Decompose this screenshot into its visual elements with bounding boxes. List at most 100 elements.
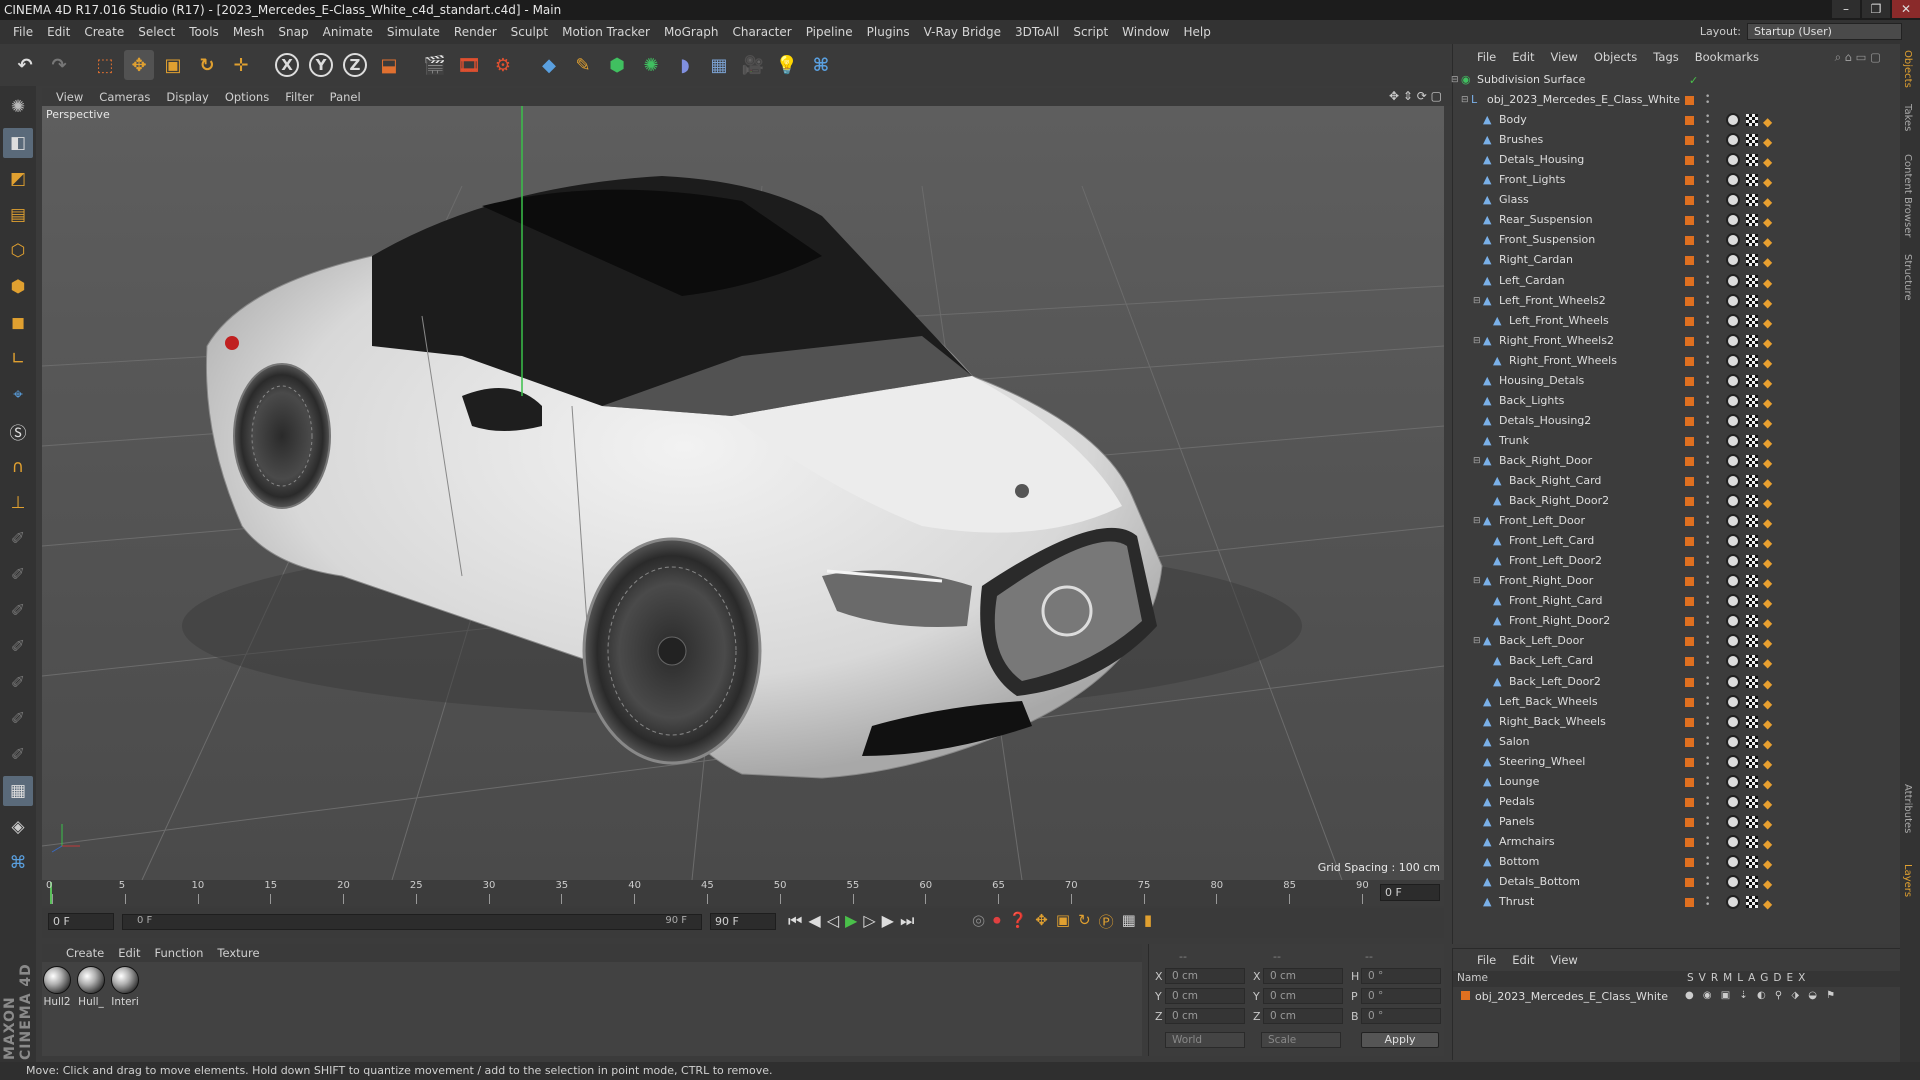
- timeline-window-icon[interactable]: ▮: [1144, 911, 1152, 932]
- visibility-dots-icon[interactable]: • •: [1705, 494, 1710, 509]
- minimize-button[interactable]: –: [1832, 0, 1860, 18]
- brush-icon-2[interactable]: ✐: [3, 560, 33, 590]
- layer-color-icon[interactable]: [1685, 96, 1694, 106]
- layer-color-icon[interactable]: [1685, 657, 1694, 667]
- visibility-dots-icon[interactable]: • •: [1705, 453, 1710, 468]
- object-row[interactable]: ▲ Back_Left_Card • • ◆: [1453, 651, 1901, 671]
- visibility-dots-icon[interactable]: • •: [1705, 93, 1710, 108]
- layer-menu-file[interactable]: File: [1477, 953, 1496, 967]
- phong-tag-icon[interactable]: ◆: [1763, 313, 1772, 333]
- visibility-dots-icon[interactable]: • •: [1705, 794, 1710, 809]
- subdivision-tag-icon[interactable]: [1726, 854, 1740, 869]
- texture-tag-icon[interactable]: [1746, 535, 1758, 548]
- phong-tag-icon[interactable]: ◆: [1763, 794, 1772, 814]
- next-key-icon[interactable]: ▶: [882, 911, 894, 931]
- subdivision-tag-icon[interactable]: [1726, 474, 1740, 488]
- object-menu-objects[interactable]: Objects: [1594, 50, 1637, 64]
- layer-flag-icons[interactable]: ● ◉ ▣ ⇣ ◐ ⚲ ⬗ ◒ ⚑: [1685, 990, 1838, 1001]
- position-y-field[interactable]: 0 cm: [1165, 988, 1245, 1004]
- subdivision-tag-icon[interactable]: [1726, 413, 1740, 428]
- visibility-dots-icon[interactable]: • •: [1705, 554, 1710, 569]
- python-icon[interactable]: ⌘: [806, 50, 836, 80]
- texture-tag-icon[interactable]: [1746, 855, 1758, 868]
- menu-help[interactable]: Help: [1176, 25, 1217, 39]
- texture-tag-icon[interactable]: [1746, 595, 1758, 608]
- camera-icon[interactable]: 🎥: [738, 50, 768, 80]
- phong-tag-icon[interactable]: ◆: [1763, 252, 1772, 272]
- scale-key-icon[interactable]: ▣: [1056, 911, 1070, 932]
- material-menu-function[interactable]: Function: [155, 946, 204, 960]
- menu-character[interactable]: Character: [725, 25, 798, 39]
- phong-tag-icon[interactable]: ◆: [1763, 132, 1772, 152]
- visibility-dots-icon[interactable]: • •: [1705, 754, 1710, 769]
- visibility-dots-icon[interactable]: • •: [1705, 273, 1710, 288]
- render-picture-viewer-icon[interactable]: 🎞: [454, 50, 484, 80]
- menu-motion-tracker[interactable]: Motion Tracker: [555, 25, 657, 39]
- object-row[interactable]: ▲ Panels • • ◆: [1453, 812, 1901, 832]
- object-row[interactable]: ▲ Pedals • • ◆: [1453, 792, 1901, 812]
- subdivision-tag-icon[interactable]: [1726, 734, 1740, 749]
- visibility-dots-icon[interactable]: • •: [1705, 574, 1710, 589]
- pla-key-icon[interactable]: ▦: [1122, 911, 1136, 932]
- subdivision-tag-icon[interactable]: [1726, 193, 1740, 208]
- layer-row[interactable]: obj_2023_Mercedes_E_Class_White ● ◉ ▣ ⇣ …: [1453, 989, 1901, 1007]
- phong-tag-icon[interactable]: ◆: [1763, 553, 1772, 573]
- position-z-field[interactable]: 0 cm: [1165, 1008, 1245, 1024]
- visibility-dots-icon[interactable]: • •: [1705, 353, 1710, 368]
- subdivision-tag-icon[interactable]: [1726, 574, 1740, 589]
- layer-color-icon[interactable]: [1685, 817, 1694, 827]
- object-menu-edit[interactable]: Edit: [1512, 50, 1534, 64]
- workplane-icon[interactable]: ▤: [3, 200, 33, 230]
- menu-mograph[interactable]: MoGraph: [657, 25, 726, 39]
- layer-icon[interactable]: ◈: [3, 812, 33, 842]
- layer-color-icon[interactable]: [1685, 396, 1694, 406]
- visibility-dots-icon[interactable]: • •: [1705, 153, 1710, 168]
- object-row[interactable]: ▲ Front_Left_Door2 • • ◆: [1453, 551, 1901, 571]
- phong-tag-icon[interactable]: ◆: [1763, 653, 1772, 673]
- visibility-dots-icon[interactable]: • •: [1705, 854, 1710, 869]
- apply-button[interactable]: Apply: [1361, 1032, 1439, 1048]
- polygons-mode-icon[interactable]: ◼: [3, 308, 33, 338]
- texture-tag-icon[interactable]: [1746, 414, 1758, 427]
- viewport-menu-options[interactable]: Options: [225, 90, 269, 104]
- texture-tag-icon[interactable]: [1746, 134, 1758, 147]
- layer-menu-edit[interactable]: Edit: [1512, 953, 1534, 967]
- layer-color-icon[interactable]: [1685, 176, 1694, 186]
- brush-icon-5[interactable]: ✐: [3, 668, 33, 698]
- undo-icon[interactable]: ↶: [10, 50, 40, 80]
- phong-tag-icon[interactable]: ◆: [1763, 453, 1772, 473]
- menu-3dtoall[interactable]: 3DToAll: [1008, 25, 1066, 39]
- texture-tag-icon[interactable]: [1746, 154, 1758, 167]
- visibility-dots-icon[interactable]: • •: [1705, 233, 1710, 248]
- object-row[interactable]: ▲ Armchairs • • ◆: [1453, 832, 1901, 852]
- phong-tag-icon[interactable]: ◆: [1763, 232, 1772, 252]
- texture-tag-icon[interactable]: [1746, 354, 1758, 367]
- layer-color-icon[interactable]: [1685, 878, 1694, 887]
- object-row[interactable]: ▲ Front_Right_Door2 • • ◆: [1453, 611, 1901, 631]
- viewport-menu-panel[interactable]: Panel: [330, 90, 361, 104]
- layout-dropdown[interactable]: Startup (User): [1747, 23, 1902, 40]
- menu-simulate[interactable]: Simulate: [380, 25, 447, 39]
- current-frame-field[interactable]: 0 F: [1380, 884, 1440, 901]
- tab-content-browser[interactable]: Content Browser: [1902, 154, 1913, 237]
- visibility-dots-icon[interactable]: • •: [1705, 193, 1710, 208]
- subdivision-tag-icon[interactable]: [1726, 694, 1740, 709]
- material-menu-texture[interactable]: Texture: [217, 946, 259, 960]
- object-manager-search-icon[interactable]: ⌕ ⌂ ▭ ▢: [1835, 50, 1881, 65]
- maximize-button[interactable]: ❐: [1862, 0, 1890, 18]
- layer-color-icon[interactable]: [1685, 577, 1694, 587]
- enabled-check-icon[interactable]: ✓: [1689, 71, 1698, 91]
- object-row[interactable]: ⊟ ▲ Back_Left_Door • • ◆: [1453, 631, 1901, 651]
- position-x-field[interactable]: 0 cm: [1165, 968, 1245, 984]
- phong-tag-icon[interactable]: ◆: [1763, 894, 1772, 914]
- axis-mode-icon[interactable]: ∟: [3, 344, 33, 374]
- menu-tools[interactable]: Tools: [182, 25, 226, 39]
- subdivision-tag-icon[interactable]: [1726, 834, 1740, 849]
- visibility-dots-icon[interactable]: • •: [1705, 694, 1710, 709]
- object-row[interactable]: ▲ Front_Right_Card • • ◆: [1453, 591, 1901, 611]
- phong-tag-icon[interactable]: ◆: [1763, 172, 1772, 192]
- phong-tag-icon[interactable]: ◆: [1763, 874, 1772, 894]
- phong-tag-icon[interactable]: ◆: [1763, 674, 1772, 694]
- texture-mode-icon[interactable]: ◩: [3, 164, 33, 194]
- record-icon[interactable]: ◎: [972, 911, 985, 932]
